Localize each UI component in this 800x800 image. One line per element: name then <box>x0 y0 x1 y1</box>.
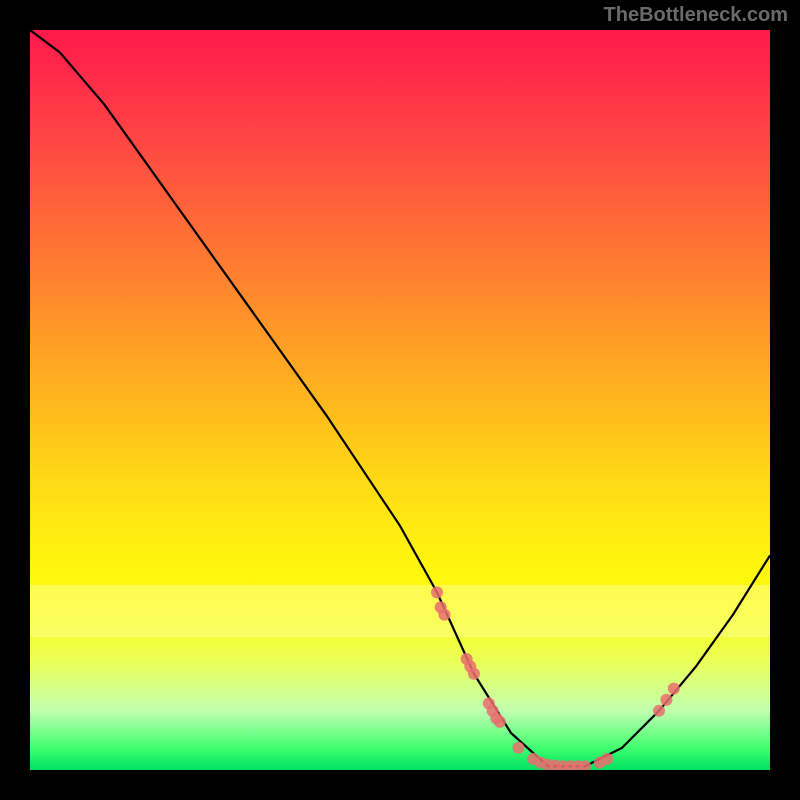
watermark-text: TheBottleneck.com <box>604 4 788 27</box>
curve-marker <box>438 609 450 621</box>
plot-area <box>30 30 770 770</box>
curve-markers <box>431 586 680 770</box>
curve-marker <box>494 716 506 728</box>
chart-svg <box>30 30 770 770</box>
curve-marker <box>660 694 672 706</box>
curve-marker <box>431 586 443 598</box>
curve-marker <box>601 753 613 765</box>
curve-marker <box>468 668 480 680</box>
curve-marker <box>512 742 524 754</box>
bottleneck-curve <box>30 30 770 766</box>
curve-marker <box>653 705 665 717</box>
curve-marker <box>668 683 680 695</box>
